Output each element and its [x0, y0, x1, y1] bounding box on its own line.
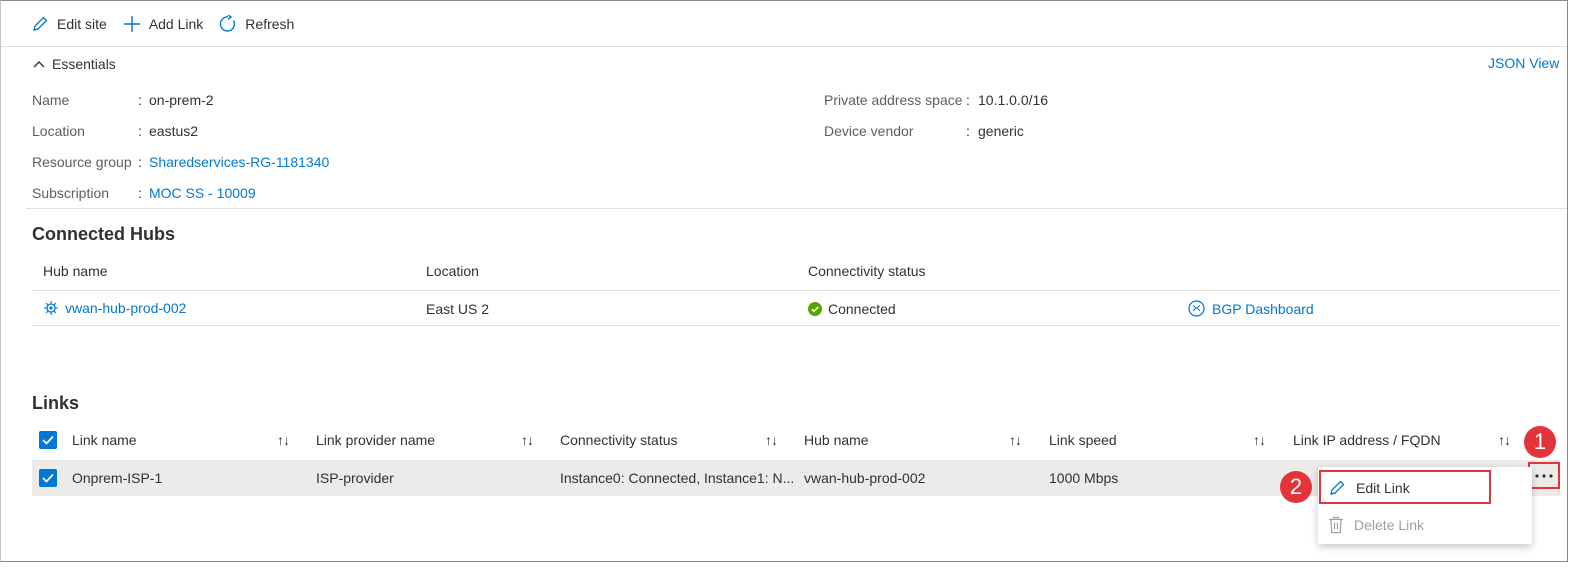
divider	[26, 208, 1567, 209]
resource-group-sep: :	[138, 154, 142, 170]
callout-badge-2: 2	[1280, 471, 1312, 503]
subscription-label: Subscription	[32, 185, 110, 201]
ellipsis-icon	[1535, 473, 1553, 478]
col-link-hub-name[interactable]: Hub name	[804, 432, 869, 448]
resource-group-link[interactable]: Sharedservices-RG-1181340	[149, 154, 329, 170]
json-view-link[interactable]: JSON View	[1488, 55, 1559, 71]
select-all-checkbox[interactable]	[39, 431, 57, 449]
delete-link-menu-item[interactable]: Delete Link	[1318, 507, 1532, 543]
row-speed: 1000 Mbps	[1049, 470, 1119, 486]
bgp-dashboard-link[interactable]: BGP Dashboard	[1188, 300, 1314, 317]
subscription-sep: :	[138, 185, 142, 201]
col-hub-name: Hub name	[43, 263, 108, 279]
name-value: on-prem-2	[149, 92, 214, 108]
check-circle-icon	[808, 302, 822, 316]
refresh-icon	[220, 14, 236, 32]
refresh-label: Refresh	[245, 15, 295, 32]
pencil-icon	[33, 16, 48, 31]
row-status: Instance0: Connected, Instance1: N...	[560, 470, 795, 486]
site-detail-panel: Edit site Add Link Refresh Essentials JS…	[0, 0, 1568, 562]
device-vendor-label: Device vendor	[824, 123, 914, 139]
col-link-status[interactable]: Connectivity status	[560, 432, 678, 448]
address-space-value: 10.1.0.0/16	[978, 92, 1049, 108]
device-vendor-sep: :	[966, 123, 970, 139]
refresh-button[interactable]: Refresh	[219, 14, 295, 33]
address-space-sep: :	[966, 92, 970, 108]
location-sep: :	[138, 123, 142, 139]
col-connectivity-status: Connectivity status	[808, 263, 926, 279]
edit-link-highlight	[1319, 470, 1491, 504]
subscription-link[interactable]: MOC SS - 10009	[149, 185, 256, 201]
bgp-dashboard-label: BGP Dashboard	[1212, 300, 1314, 317]
trash-icon	[1329, 516, 1343, 534]
checkmark-icon	[42, 473, 54, 483]
device-vendor-value: generic	[978, 123, 1024, 139]
col-link-name[interactable]: Link name	[72, 432, 137, 448]
header-divider	[32, 290, 1560, 291]
row-provider: ISP-provider	[316, 470, 394, 486]
callout-badge-1: 1	[1524, 426, 1556, 458]
col-location: Location	[426, 263, 479, 279]
address-space-label: Private address space	[824, 92, 963, 108]
edit-site-label: Edit site	[57, 15, 107, 32]
resource-group-label: Resource group	[32, 154, 132, 170]
checkmark-icon	[42, 435, 54, 445]
hub-row-location: East US 2	[426, 301, 490, 317]
essentials-title: Essentials	[52, 56, 116, 72]
hub-row-status: Connected	[808, 301, 896, 317]
sort-status-icon[interactable]: ↑↓	[765, 432, 778, 448]
bgp-dashboard-icon	[1188, 300, 1205, 317]
hub-name-link: vwan-hub-prod-002	[65, 300, 187, 316]
connected-hubs-title: Connected Hubs	[32, 224, 176, 244]
more-actions-button[interactable]	[1528, 462, 1560, 489]
sort-speed-icon[interactable]: ↑↓	[1253, 432, 1266, 448]
edit-site-button[interactable]: Edit site	[31, 15, 107, 33]
essentials-toggle[interactable]: Essentials	[32, 56, 116, 72]
chevron-up-icon	[33, 61, 45, 68]
location-label: Location	[32, 123, 85, 139]
add-link-label: Add Link	[148, 15, 204, 32]
sort-hub-icon[interactable]: ↑↓	[1009, 432, 1022, 448]
name-label: Name	[32, 92, 70, 108]
col-link-speed[interactable]: Link speed	[1049, 432, 1117, 448]
hub-row-name[interactable]: vwan-hub-prod-002	[43, 300, 186, 316]
add-link-button[interactable]: Add Link	[123, 15, 203, 33]
col-link-provider[interactable]: Link provider name	[316, 432, 435, 448]
row-divider	[32, 325, 1560, 326]
row-hub-name: vwan-hub-prod-002	[804, 470, 926, 486]
col-link-ip[interactable]: Link IP address / FQDN	[1293, 432, 1441, 448]
plus-icon	[123, 15, 140, 32]
command-bar: Edit site Add Link Refresh	[1, 1, 1567, 47]
row-link-name: Onprem-ISP-1	[72, 470, 163, 486]
sort-ip-icon[interactable]: ↑↓	[1498, 432, 1511, 448]
sort-link-name-icon[interactable]: ↑↓	[277, 432, 290, 448]
sort-provider-icon[interactable]: ↑↓	[521, 432, 534, 448]
location-value: eastus2	[149, 123, 199, 139]
hub-status-text: Connected	[828, 301, 896, 317]
name-sep: :	[138, 92, 142, 108]
links-title: Links	[32, 393, 80, 413]
row-checkbox[interactable]	[39, 469, 57, 487]
delete-link-label: Delete Link	[1354, 517, 1425, 533]
virtual-hub-icon	[44, 301, 58, 315]
